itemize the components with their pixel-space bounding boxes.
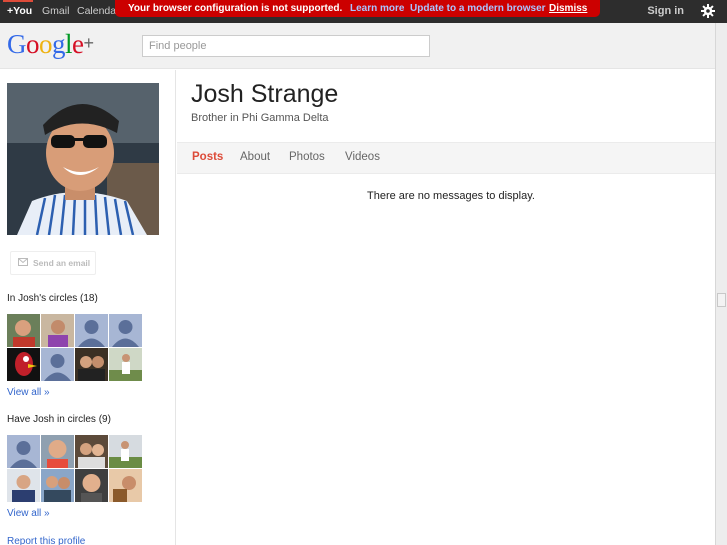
learn-more-link[interactable]: Learn more (350, 3, 404, 14)
circle-avatar[interactable] (75, 348, 108, 381)
circle-avatar[interactable] (109, 314, 142, 347)
circle-avatar[interactable] (7, 348, 40, 381)
nav-calendar-link[interactable]: Calendar (77, 5, 120, 17)
profile-tabs: Posts About Photos Videos (177, 142, 715, 174)
send-email-label: Send an email (33, 258, 91, 268)
profile-sidebar: Send an email In Josh's circles (18) Vie… (0, 70, 176, 545)
tab-photos[interactable]: Photos (289, 151, 325, 163)
profile-name: Josh Strange (191, 80, 339, 108)
vertical-scrollbar[interactable] (715, 23, 727, 545)
have-in-circles-heading: Have Josh in circles (9) (7, 414, 111, 425)
have-in-circles-view-all-link[interactable]: View all » (7, 508, 50, 519)
circle-avatar[interactable] (41, 435, 74, 468)
profile-tagline: Brother in Phi Gamma Delta (191, 112, 329, 124)
in-circles-grid (7, 314, 147, 381)
send-email-button[interactable]: Send an email (10, 251, 96, 275)
sign-in-link[interactable]: Sign in (647, 5, 684, 17)
circle-avatar[interactable] (75, 435, 108, 468)
nav-you-link[interactable]: +You (7, 5, 32, 17)
google-plus-logo[interactable]: Google+ (7, 29, 94, 60)
update-browser-link[interactable]: Update to a modern browser (410, 3, 546, 14)
circle-avatar[interactable] (41, 469, 74, 502)
dismiss-link[interactable]: Dismiss (549, 3, 587, 14)
circle-avatar[interactable] (7, 314, 40, 347)
circle-avatar[interactable] (109, 469, 142, 502)
active-indicator (3, 0, 33, 2)
circle-avatar[interactable] (41, 314, 74, 347)
circle-avatar[interactable] (41, 348, 74, 381)
tab-posts[interactable]: Posts (192, 151, 223, 163)
tab-videos[interactable]: Videos (345, 151, 380, 163)
gear-icon[interactable] (697, 1, 719, 21)
banner-message: Your browser configuration is not suppor… (128, 3, 343, 14)
in-circles-view-all-link[interactable]: View all » (7, 387, 50, 398)
tab-about[interactable]: About (240, 151, 270, 163)
circle-avatar[interactable] (75, 469, 108, 502)
scrollbar-thumb[interactable] (717, 293, 726, 307)
circle-avatar[interactable] (7, 469, 40, 502)
circle-avatar[interactable] (109, 348, 142, 381)
circle-avatar[interactable] (7, 435, 40, 468)
find-people-input[interactable]: Find people (142, 35, 430, 57)
unsupported-browser-banner: Your browser configuration is not suppor… (115, 0, 600, 17)
circle-avatar[interactable] (75, 314, 108, 347)
page-header: Google+ Find people (0, 23, 727, 69)
nav-gmail-link[interactable]: Gmail (42, 5, 69, 17)
empty-stream-message: There are no messages to display. (367, 190, 535, 202)
have-in-circles-grid (7, 435, 147, 502)
envelope-icon (18, 258, 28, 268)
report-profile-link[interactable]: Report this profile (7, 536, 85, 545)
circle-avatar[interactable] (109, 435, 142, 468)
profile-photo (7, 83, 159, 235)
in-circles-heading: In Josh's circles (18) (7, 293, 98, 304)
